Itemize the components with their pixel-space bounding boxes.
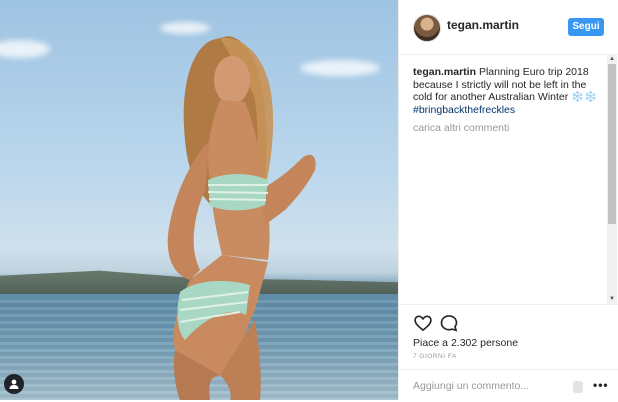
comment-input[interactable] bbox=[413, 378, 563, 394]
heart-icon[interactable] bbox=[413, 313, 433, 333]
more-options-icon[interactable]: ••• bbox=[593, 378, 609, 392]
hashtag-link[interactable]: #bringbackthefreckles bbox=[413, 104, 603, 117]
cloud bbox=[0, 40, 50, 58]
post-timestamp: 7 GIORNI FA bbox=[413, 353, 457, 360]
add-comment-bar: ••• bbox=[399, 369, 618, 402]
scroll-up-arrow-icon[interactable]: ▲ bbox=[607, 54, 617, 64]
person-figure bbox=[167, 36, 316, 400]
comments-section: tegan.martin Planning Euro trip 2018 bec… bbox=[413, 66, 603, 302]
user-tag-button[interactable] bbox=[4, 374, 24, 394]
user-tag-icon bbox=[9, 379, 19, 389]
author-username[interactable]: tegan.martin bbox=[447, 18, 519, 32]
post-side-panel: tegan.martin Segui tegan.martin Planning… bbox=[398, 0, 618, 400]
comments-scrollbar[interactable]: ▲ ▼ bbox=[607, 54, 617, 304]
load-more-comments-link[interactable]: carica altri commenti bbox=[413, 122, 603, 135]
caption-username[interactable]: tegan.martin bbox=[413, 66, 476, 78]
avatar[interactable] bbox=[413, 14, 441, 42]
scrollbar-thumb[interactable] bbox=[608, 64, 616, 224]
input-spinner-icon[interactable] bbox=[573, 381, 583, 393]
post-actions: Piace a 2.302 persone 7 GIORNI FA ••• bbox=[399, 304, 618, 401]
scroll-down-arrow-icon[interactable]: ▼ bbox=[607, 294, 617, 304]
likes-count[interactable]: Piace a 2.302 persone bbox=[413, 337, 518, 349]
post-photo[interactable] bbox=[0, 0, 398, 400]
post-header: tegan.martin Segui bbox=[399, 0, 618, 55]
comment-icon[interactable] bbox=[439, 313, 459, 333]
follow-button[interactable]: Segui bbox=[568, 18, 604, 36]
